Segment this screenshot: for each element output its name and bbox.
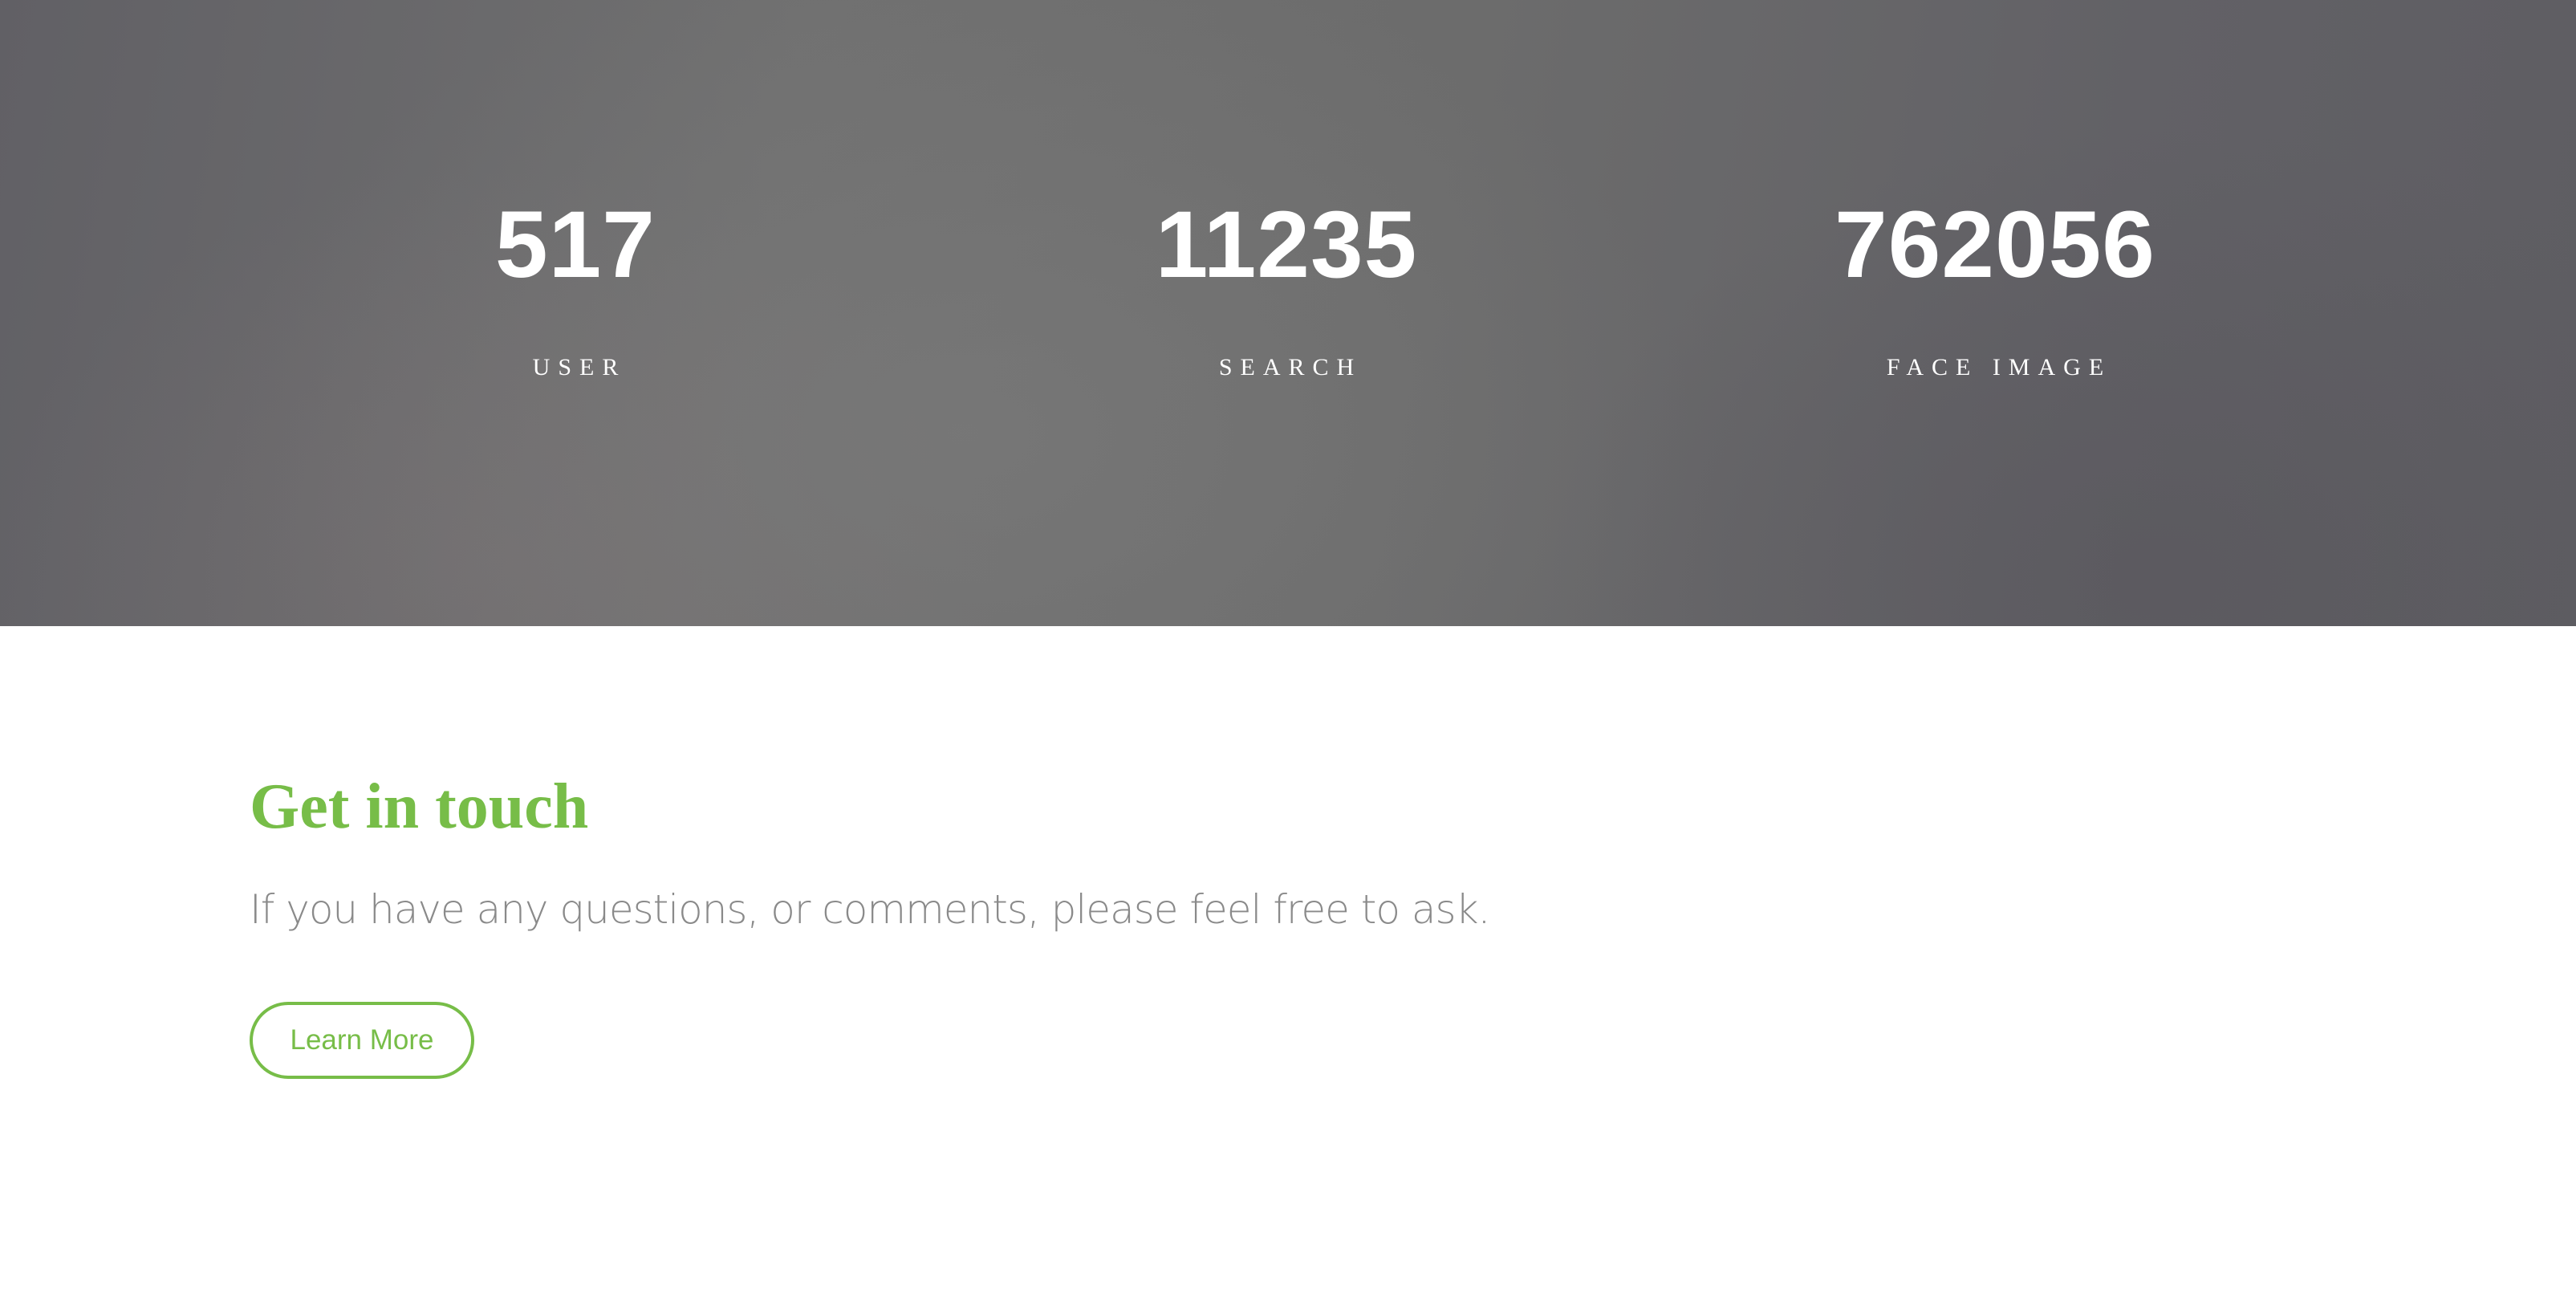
learn-more-button[interactable]: Learn More — [250, 1002, 474, 1079]
stat-number: 517 — [495, 192, 656, 298]
stat-label: FACE IMAGE — [1886, 354, 2112, 380]
stats-section: 517 USER 11235 SEARCH 762056 FACE IMAGE — [0, 0, 2576, 626]
stat-users: 517 USER — [295, 185, 856, 384]
stat-face-images: 762056 FACE IMAGE — [1714, 185, 2276, 384]
stat-number: 11235 — [1155, 192, 1418, 298]
contact-title: Get in touch — [250, 771, 589, 842]
contact-description: If you have any questions, or comments, … — [250, 886, 1490, 933]
contact-section: Get in touch If you have any questions, … — [250, 763, 2015, 1079]
stat-searches: 11235 SEARCH — [1006, 185, 1567, 384]
stat-label: USER — [532, 354, 627, 380]
stat-number: 762056 — [1834, 192, 2155, 298]
stat-label: SEARCH — [1218, 354, 1363, 380]
